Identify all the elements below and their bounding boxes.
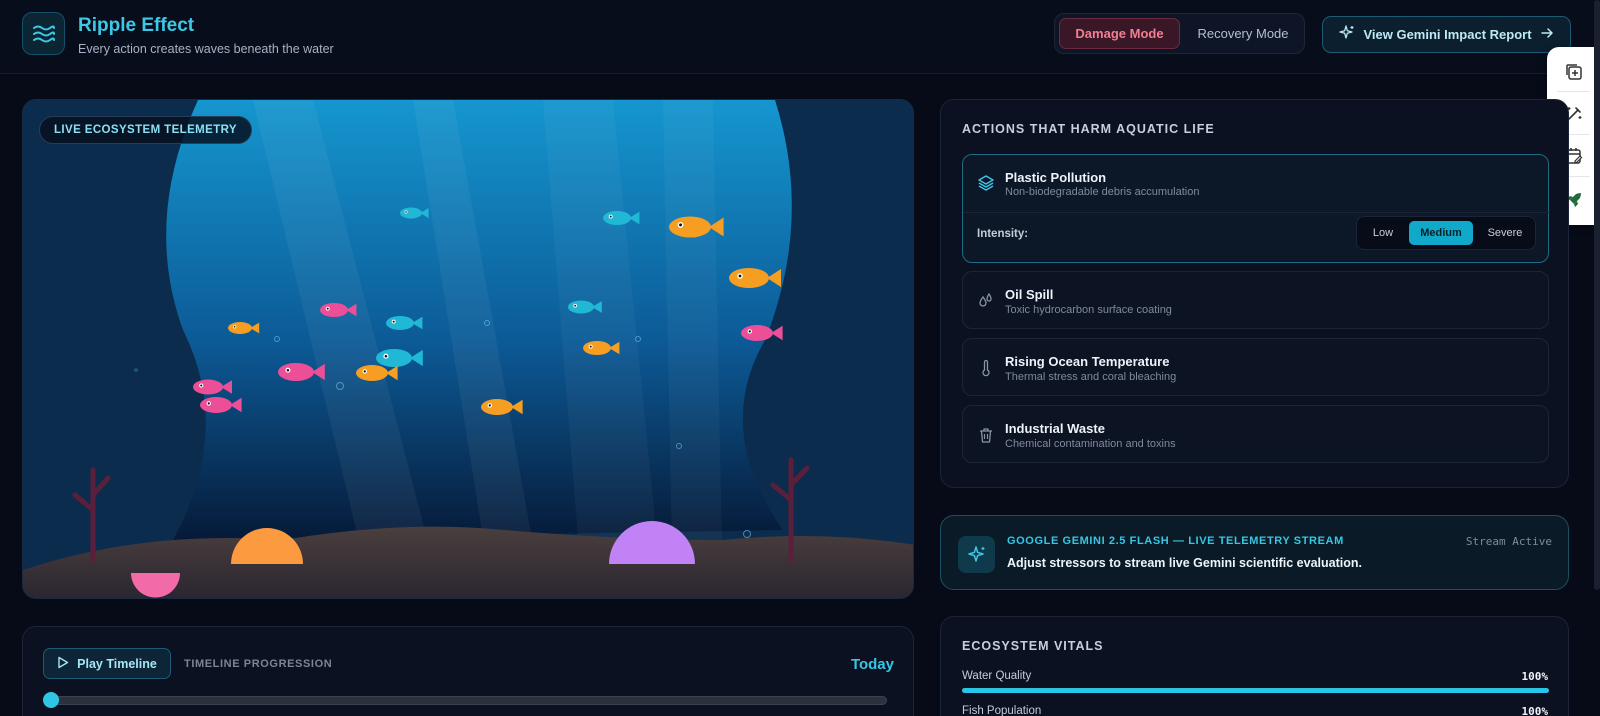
intensity-label: Intensity:: [977, 228, 1029, 240]
damage-mode-button[interactable]: Damage Mode: [1059, 18, 1180, 49]
arrow-right-icon: [1540, 26, 1554, 43]
action-card-oil-spill[interactable]: Oil Spill Toxic hydrocarbon surface coat…: [962, 271, 1549, 329]
timeline-current: Today: [850, 656, 894, 673]
layers-icon: [977, 174, 995, 192]
action-subtitle: Non-biodegradable debris accumulation: [1005, 186, 1200, 198]
card-divider: [963, 212, 1550, 213]
water-quality-fill: [962, 688, 1549, 693]
sparkles-icon: [1339, 25, 1355, 44]
toolbar-divider: [1557, 91, 1590, 92]
vital-value-fish-population: 100%: [1521, 705, 1549, 716]
trash-icon: [977, 426, 995, 444]
action-card-ocean-temperature[interactable]: Rising Ocean Temperature Thermal stress …: [962, 338, 1549, 396]
intensity-severe-button[interactable]: Severe: [1477, 221, 1533, 245]
stream-status: Stream Active: [1465, 535, 1552, 548]
action-title: Industrial Waste: [1005, 421, 1105, 436]
intensity-selector: Low Medium Severe: [1356, 216, 1536, 250]
waves-icon: [22, 12, 65, 55]
vital-label-water-quality: Water Quality: [962, 670, 1032, 682]
play-timeline-button[interactable]: Play Timeline: [43, 648, 171, 679]
action-title: Rising Ocean Temperature: [1005, 354, 1170, 369]
underwater-scene: [23, 100, 913, 598]
view-report-label: View Gemini Impact Report: [1363, 27, 1532, 42]
ecosystem-vitals-panel: ECOSYSTEM VITALS Water Quality 100% Fish…: [940, 616, 1569, 716]
action-card-plastic-pollution[interactable]: Plastic Pollution Non-biodegradable debr…: [962, 154, 1550, 263]
thermometer-icon: [977, 359, 995, 377]
play-icon: [57, 656, 69, 672]
action-title: Plastic Pollution: [1005, 170, 1107, 185]
intensity-low-button[interactable]: Low: [1361, 221, 1405, 245]
water-quality-bar: [962, 688, 1549, 693]
view-report-button[interactable]: View Gemini Impact Report: [1322, 16, 1571, 53]
vital-label-fish-population: Fish Population: [962, 705, 1042, 716]
action-title: Oil Spill: [1005, 287, 1054, 302]
gemini-stream-panel: GOOGLE GEMINI 2.5 FLASH — LIVE TELEMETRY…: [940, 515, 1569, 590]
timeline-slider-thumb[interactable]: [43, 692, 59, 708]
action-subtitle: Chemical contamination and toxins: [1005, 438, 1176, 450]
recovery-mode-button[interactable]: Recovery Mode: [1185, 18, 1301, 49]
app-header: Ripple Effect Every action creates waves…: [0, 0, 1600, 74]
droplets-icon: [977, 292, 995, 310]
gemini-stream-title: GOOGLE GEMINI 2.5 FLASH — LIVE TELEMETRY…: [1007, 535, 1344, 547]
action-subtitle: Toxic hydrocarbon surface coating: [1005, 304, 1172, 316]
ecosystem-tank: LIVE ECOSYSTEM TELEMETRY: [22, 99, 914, 599]
action-card-industrial-waste[interactable]: Industrial Waste Chemical contamination …: [962, 405, 1549, 463]
add-page-icon[interactable]: [1557, 55, 1590, 88]
intensity-medium-button[interactable]: Medium: [1409, 221, 1473, 245]
actions-panel: ACTIONS THAT HARM AQUATIC LIFE Plastic P…: [940, 99, 1569, 488]
play-timeline-label: Play Timeline: [77, 656, 157, 671]
mode-toggle: Damage Mode Recovery Mode: [1054, 13, 1305, 54]
live-telemetry-badge: LIVE ECOSYSTEM TELEMETRY: [39, 116, 252, 144]
gemini-message: Adjust stressors to stream live Gemini s…: [1007, 556, 1362, 570]
app-title: Ripple Effect: [78, 15, 195, 36]
timeline-slider-track[interactable]: [51, 696, 887, 705]
page-scrollbar[interactable]: [1594, 0, 1600, 590]
sparkles-icon: [958, 536, 995, 573]
app-subtitle: Every action creates waves beneath the w…: [78, 42, 334, 56]
action-subtitle: Thermal stress and coral bleaching: [1005, 371, 1177, 383]
vital-value-water-quality: 100%: [1521, 670, 1549, 683]
actions-heading: ACTIONS THAT HARM AQUATIC LIFE: [962, 122, 1215, 136]
timeline-progression-label: TIMELINE PROGRESSION: [184, 658, 333, 670]
vitals-heading: ECOSYSTEM VITALS: [962, 639, 1104, 653]
timeline-panel: Play Timeline TIMELINE PROGRESSION Today: [22, 626, 914, 716]
